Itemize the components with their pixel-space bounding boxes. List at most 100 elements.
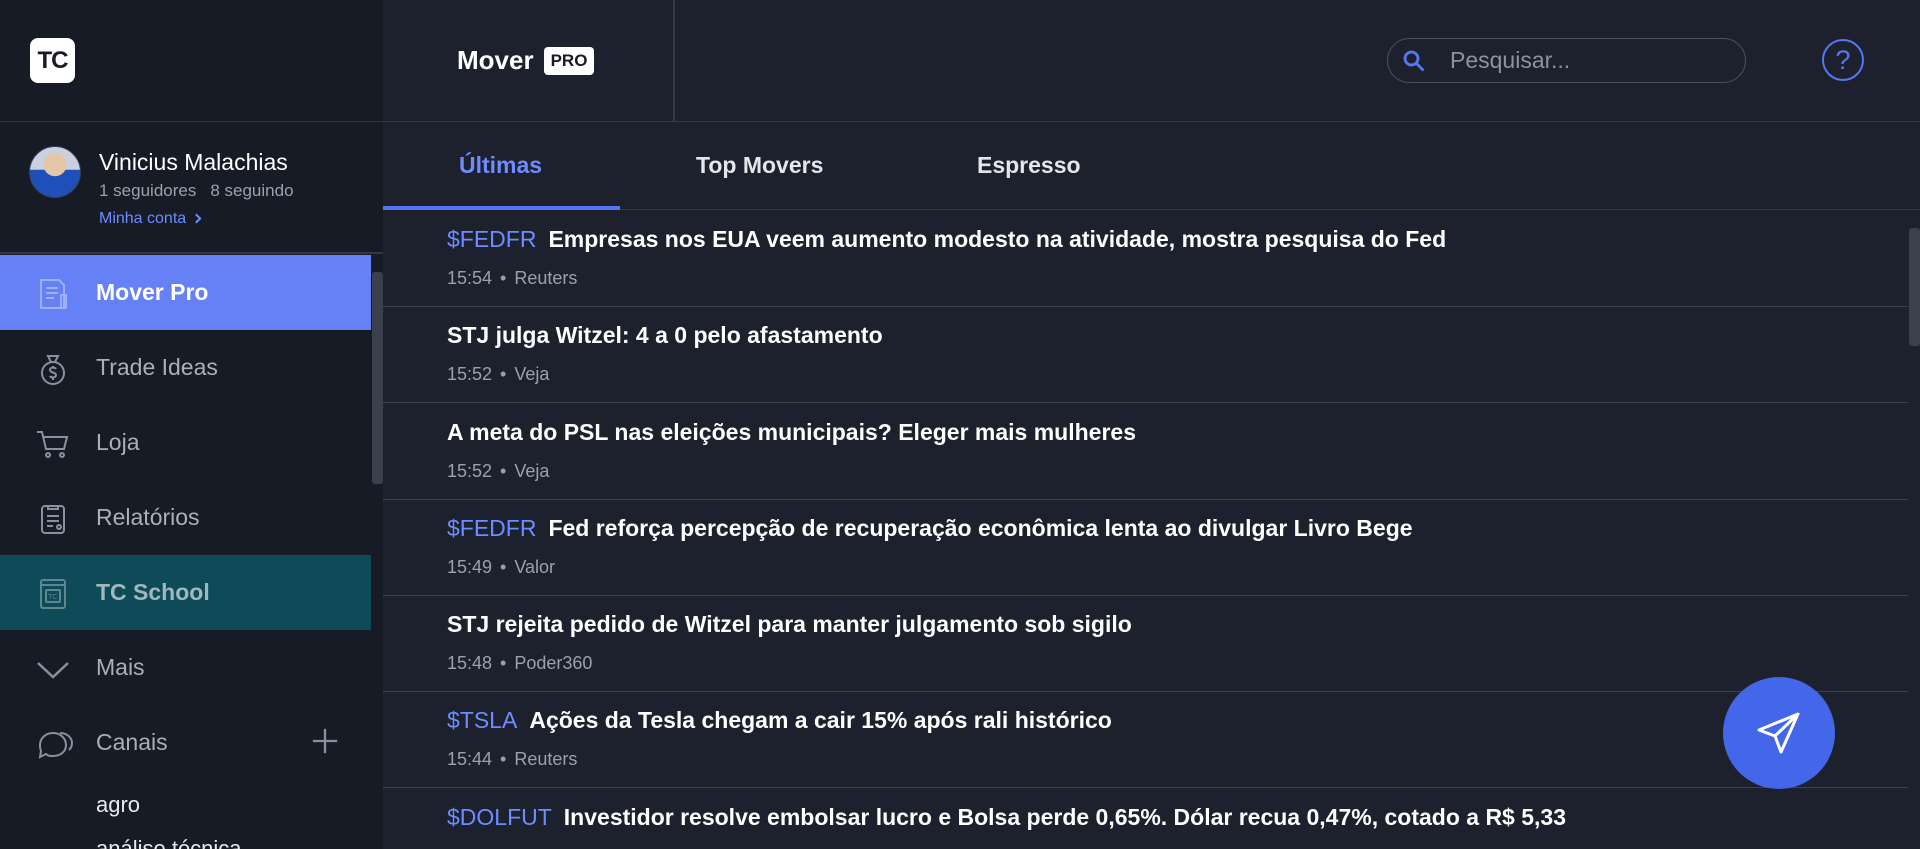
news-time: 15:52 [447,461,493,481]
pro-badge: PRO [543,46,595,75]
news-source: Reuters [514,749,578,769]
meta-separator: • [500,364,507,384]
channel-item[interactable]: agro [96,792,140,818]
page-title: Mover PRO [457,45,595,76]
feed-scrollbar[interactable] [1909,228,1920,346]
send-icon [1757,712,1800,754]
sidebar-item-label: Loja [96,429,140,455]
sidebar-item-mais[interactable]: Mais [0,630,371,705]
news-meta: 15:49 • Valor [447,557,555,578]
chevron-right-icon [191,213,202,224]
news-time: 15:54 [447,268,493,288]
meta-separator: • [500,461,507,481]
sidebar-item-canais[interactable]: Canais [0,705,371,780]
news-headline[interactable]: STJ rejeita pedido de Witzel para manter… [447,611,1132,637]
news-ticker[interactable]: $DOLFUT [447,804,552,830]
sidebar-scrollbar[interactable] [372,272,383,484]
my-account-label: Minha conta [99,210,187,227]
my-account-link[interactable]: Minha conta [99,210,202,228]
tab-espresso[interactable]: Espresso [977,152,1081,179]
news-item[interactable]: $FEDFR Empresas nos EUA veem aumento mode… [383,211,1908,307]
news-item[interactable]: STJ rejeita pedido de Witzel para manter… [383,596,1908,692]
svg-text:TC: TC [48,594,57,601]
meta-separator: • [500,653,507,673]
sidebar: TC Vinicius Malachias 1 seguidores 8 segu… [0,0,383,849]
search-icon[interactable] [1402,49,1426,73]
followers-count[interactable]: 1 seguidores [99,181,196,200]
header-divider [673,0,675,122]
news-feed: $FEDFR Empresas nos EUA veem aumento mode… [383,211,1908,849]
sidebar-item-label: Canais [96,729,168,755]
avatar[interactable] [29,146,81,198]
news-meta: 15:48 • Poder360 [447,653,592,674]
news-title-line: $DOLFUT Investidor resolve embolsar lucro… [447,804,1566,831]
news-ticker[interactable]: $FEDFR [447,226,536,252]
news-headline[interactable]: Fed reforça percepção de recuperação eco… [548,515,1412,541]
news-headline[interactable]: Empresas nos EUA veem aumento modesto na… [548,226,1446,252]
document-icon [40,279,67,309]
search-input[interactable] [1450,47,1730,74]
sidebar-item-label: Mais [96,654,145,680]
news-time: 15:48 [447,653,493,673]
top-header: Mover PRO ? [383,0,1920,122]
meta-separator: • [500,749,507,769]
news-meta: 15:52 • Veja [447,461,549,482]
money-bag-icon [41,355,65,385]
sidebar-item-label: Trade Ideas [96,354,218,380]
sidebar-item-label: Relatórios [96,504,200,530]
following-count[interactable]: 8 seguindo [210,181,293,200]
news-headline[interactable]: A meta do PSL nas eleições municipais? E… [447,419,1136,445]
logo-area: TC [0,0,383,122]
profile-stats: 1 seguidores 8 seguindo [99,181,294,201]
sidebar-item-label: Mover Pro [96,279,209,305]
news-headline[interactable]: STJ julga Witzel: 4 a 0 pelo afastamento [447,322,883,348]
sidebar-item-label: TC School [96,579,210,605]
sidebar-item-tc-school[interactable]: TC TC School [0,555,371,630]
news-title-line: $FEDFR Empresas nos EUA veem aumento mode… [447,226,1446,253]
profile-card: Vinicius Malachias 1 seguidores 8 seguind… [0,122,383,254]
news-source: Poder360 [514,653,593,673]
active-tab-indicator [383,206,620,210]
news-item[interactable]: $TSLA Ações da Tesla chegam a cair 15% ap… [383,692,1908,788]
news-title-line: $TSLA Ações da Tesla chegam a cair 15% ap… [447,707,1112,734]
news-time: 15:49 [447,557,493,577]
sidebar-item-loja[interactable]: Loja [0,405,371,480]
news-headline[interactable]: Ações da Tesla chegam a cair 15% após ra… [529,707,1112,733]
news-item[interactable]: A meta do PSL nas eleições municipais? E… [383,404,1908,500]
channel-item[interactable]: análise técnica [96,836,242,849]
news-source: Veja [514,364,550,384]
news-item[interactable]: STJ julga Witzel: 4 a 0 pelo afastamento… [383,307,1908,403]
app-logo[interactable]: TC [30,38,75,83]
news-source: Valor [514,557,556,577]
news-title-line: A meta do PSL nas eleições municipais? E… [447,419,1136,446]
school-icon: TC [40,579,66,609]
news-title-line: STJ rejeita pedido de Witzel para manter… [447,611,1132,638]
news-ticker[interactable]: $FEDFR [447,515,536,541]
profile-name[interactable]: Vinicius Malachias [99,149,288,176]
news-time: 15:44 [447,749,493,769]
news-headline[interactable]: Investidor resolve embolsar lucro e Bols… [564,804,1566,830]
sidebar-item-trade-ideas[interactable]: Trade Ideas [0,330,371,405]
news-source: Veja [514,461,550,481]
meta-separator: • [500,557,507,577]
search-box[interactable] [1387,38,1746,83]
news-item[interactable]: $DOLFUT Investidor resolve embolsar lucro… [383,789,1908,849]
sidebar-item-relatorios[interactable]: Relatórios [0,480,371,555]
news-time: 15:52 [447,364,493,384]
news-meta: 15:54 • Reuters [447,268,577,289]
news-item[interactable]: $FEDFR Fed reforça percepção de recuperaç… [383,500,1908,596]
feed-tabs: Últimas Top Movers Espresso [383,122,1920,210]
add-channel-icon[interactable] [311,727,339,755]
news-ticker[interactable]: $TSLA [447,707,517,733]
sidebar-item-mover-pro[interactable]: Mover Pro [0,255,371,330]
help-button[interactable]: ? [1822,39,1864,81]
new-post-button[interactable] [1723,677,1835,789]
chat-bubbles-icon [38,731,74,759]
report-icon [41,505,65,534]
news-title-line: STJ julga Witzel: 4 a 0 pelo afastamento [447,322,883,349]
news-title-line: $FEDFR Fed reforça percepção de recuperaç… [447,515,1413,542]
tab-ultimas[interactable]: Últimas [459,152,542,179]
page-title-text: Mover [457,45,534,75]
tab-top-movers[interactable]: Top Movers [696,152,823,179]
cart-icon [37,431,69,458]
